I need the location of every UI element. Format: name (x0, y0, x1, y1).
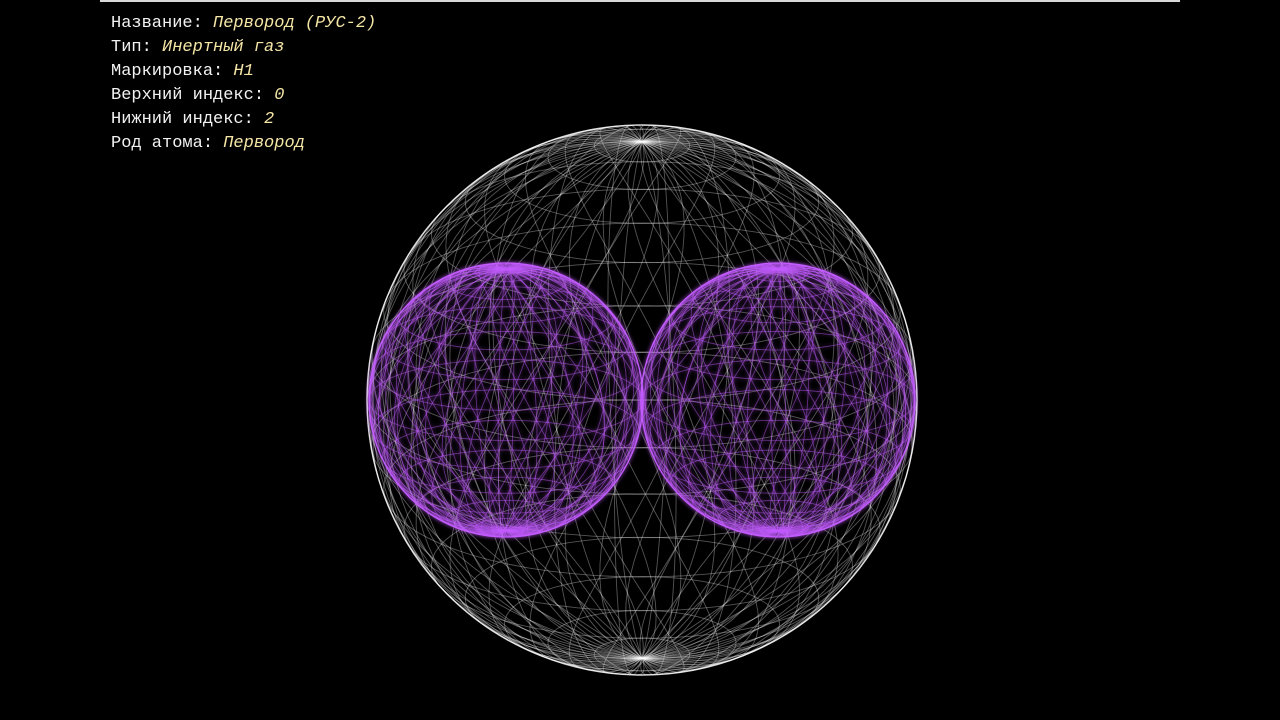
left-glowing-sphere-icon (368, 262, 644, 538)
atom-visualization (366, 124, 918, 676)
right-glowing-sphere-icon (640, 262, 916, 538)
